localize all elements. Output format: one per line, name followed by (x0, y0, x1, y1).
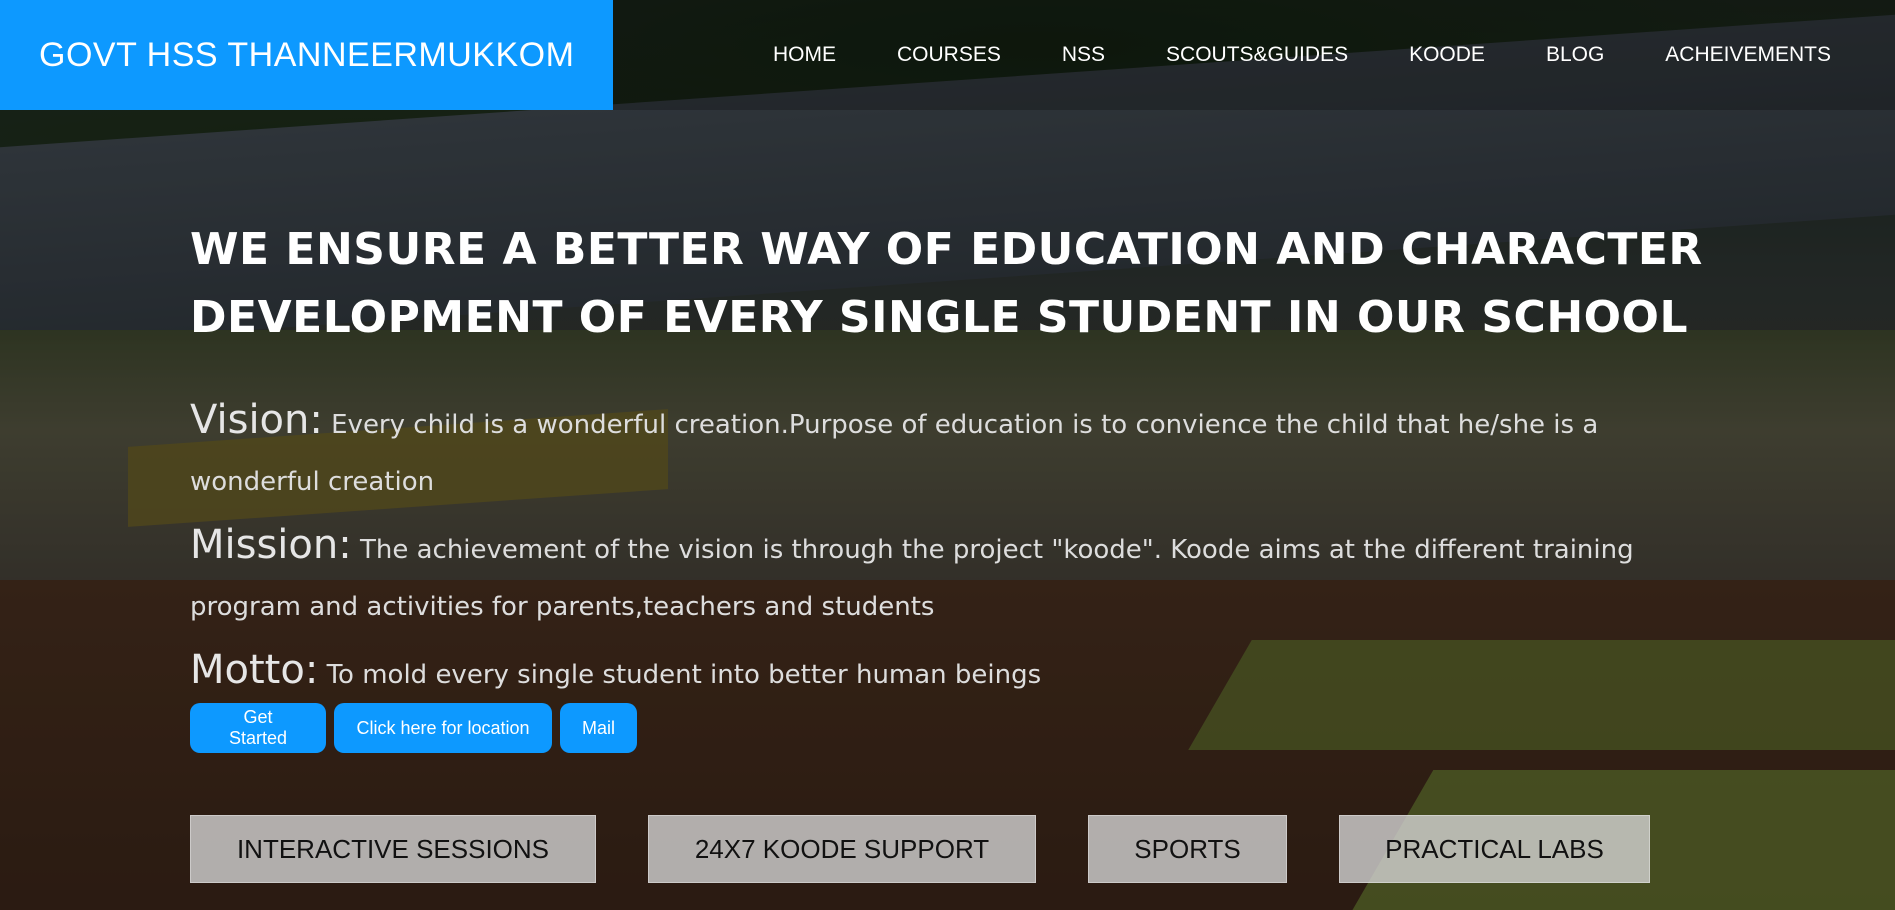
hero-actions: Get Started Click here for location Mail (190, 703, 645, 753)
mail-button[interactable]: Mail (560, 703, 637, 753)
mission-text: The achievement of the vision is through… (190, 535, 1634, 622)
school-statements: Vision: Every child is a wonderful creat… (190, 392, 1750, 704)
nav-achievements[interactable]: ACHEIVEMENTS (1665, 43, 1831, 67)
site-logo[interactable]: GOVT HSS THANNEERMUKKOM (0, 0, 613, 110)
mission-statement: Mission: The achievement of the vision i… (190, 517, 1690, 636)
get-started-button[interactable]: Get Started (190, 703, 326, 753)
main-nav: HOME COURSES NSS SCOUTS&GUIDES KOODE BLO… (712, 0, 1895, 110)
nav-scouts-guides[interactable]: SCOUTS&GUIDES (1166, 43, 1348, 67)
nav-courses[interactable]: COURSES (897, 43, 1001, 67)
site-title: GOVT HSS THANNEERMUKKOM (39, 35, 575, 74)
feature-practical-labs[interactable]: PRACTICAL LABS (1339, 815, 1650, 883)
feature-interactive-sessions[interactable]: INTERACTIVE SESSIONS (190, 815, 596, 883)
hero-headline: WE ENSURE A BETTER WAY OF EDUCATION AND … (190, 224, 1703, 343)
motto-text: To mold every single student into better… (326, 660, 1042, 690)
mission-label: Mission: (190, 522, 352, 568)
feature-tiles: INTERACTIVE SESSIONS 24X7 KOODE SUPPORT … (190, 815, 1650, 883)
feature-sports[interactable]: SPORTS (1088, 815, 1287, 883)
feature-koode-support[interactable]: 24X7 KOODE SUPPORT (648, 815, 1036, 883)
location-button[interactable]: Click here for location (334, 703, 552, 753)
nav-nss[interactable]: NSS (1062, 43, 1105, 67)
top-navigation-bar: HOME COURSES NSS SCOUTS&GUIDES KOODE BLO… (613, 0, 1895, 110)
vision-text: Every child is a wonderful creation.Purp… (190, 410, 1599, 497)
nav-koode[interactable]: KOODE (1409, 43, 1485, 67)
motto-statement: Motto: To mold every single student into… (190, 642, 1690, 704)
vision-statement: Vision: Every child is a wonderful creat… (190, 392, 1690, 511)
nav-home[interactable]: HOME (773, 43, 836, 67)
motto-label: Motto: (190, 647, 319, 693)
hero-section: WE ENSURE A BETTER WAY OF EDUCATION AND … (190, 216, 1750, 710)
vision-label: Vision: (190, 397, 323, 443)
nav-blog[interactable]: BLOG (1546, 43, 1604, 67)
